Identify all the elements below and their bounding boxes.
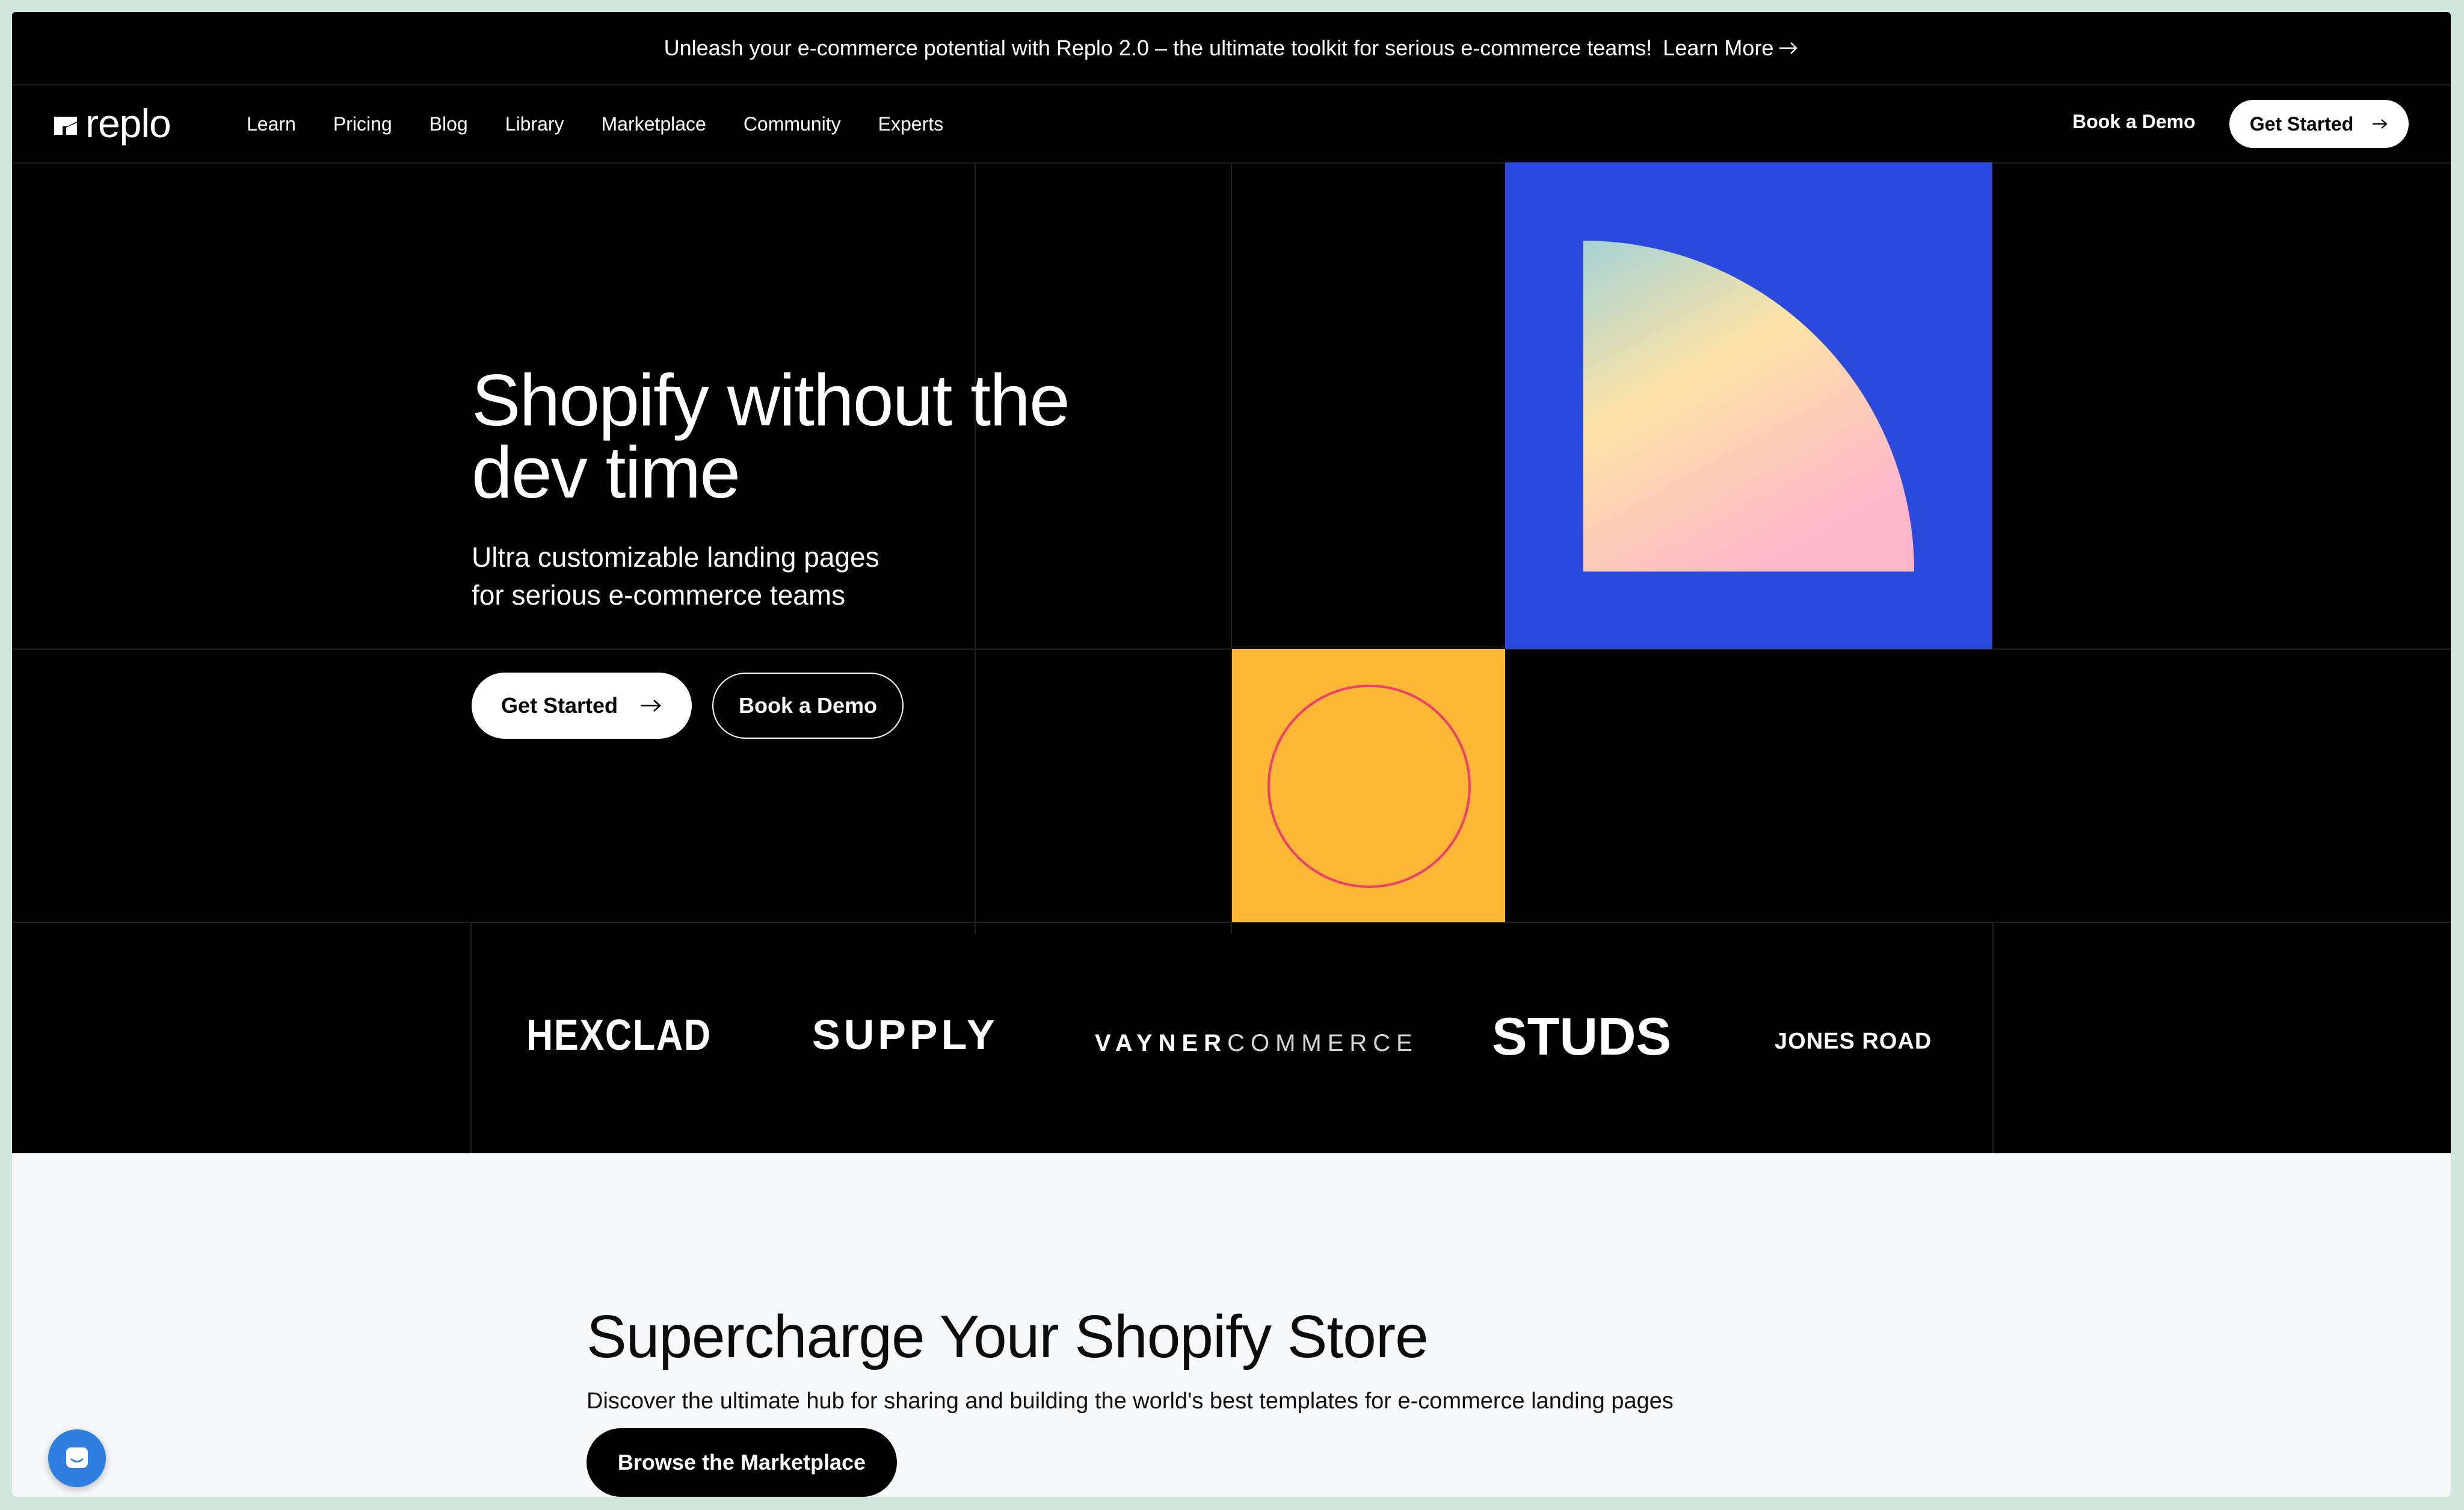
arrow-right-icon (2373, 119, 2388, 129)
grid-line (12, 649, 2451, 650)
browser-viewport: Unleash your e-commerce potential with R… (12, 12, 2451, 1497)
learn-more-link[interactable]: Learn More (1663, 35, 1799, 61)
yellow-graphic-tile (1232, 649, 1505, 922)
logo-vayner-bold: VAYNER (1095, 1030, 1228, 1056)
learn-more-label: Learn More (1663, 35, 1774, 60)
chat-widget-button[interactable] (48, 1429, 106, 1487)
brand-wordmark: replo (85, 101, 171, 146)
hero-subtitle-line: for serious e-commerce teams (472, 579, 846, 611)
grid-line (1992, 923, 1994, 1153)
grid-line (12, 922, 2451, 923)
nav-get-started-button[interactable]: Get Started (2229, 100, 2409, 148)
top-navigation: replo Learn Pricing Blog Library Marketp… (12, 85, 2451, 164)
circle-outline-graphic (1267, 685, 1471, 888)
hero-title: Shopify without the dev time (472, 359, 1070, 513)
logo-vaynercommerce: VAYNERCOMMERCE (1095, 1030, 1418, 1057)
replo-logo[interactable]: replo (54, 102, 171, 144)
nav-links: Learn Pricing Blog Library Marketplace C… (247, 85, 981, 162)
arrow-right-icon (641, 700, 661, 712)
announcement-text: Unleash your e-commerce potential with R… (664, 35, 1652, 60)
nav-item-blog[interactable]: Blog (430, 113, 468, 135)
announcement-bar: Unleash your e-commerce potential with R… (12, 12, 2451, 85)
grid-line (470, 923, 472, 1153)
hero-book-demo-button[interactable]: Book a Demo (712, 673, 904, 739)
hero-get-started-label: Get Started (500, 693, 618, 718)
logo-hexclad: HEXCLAD (526, 1011, 712, 1059)
logo-vayner-light: COMMERCE (1227, 1030, 1418, 1056)
logo-jones-road: JONES ROAD (1775, 1029, 1932, 1054)
browse-marketplace-label: Browse the Marketplace (617, 1450, 866, 1475)
chat-icon (66, 1447, 88, 1468)
nav-item-community[interactable]: Community (744, 113, 841, 135)
logo-supply: SUPPLY (812, 1011, 999, 1058)
arrow-right-icon (1779, 42, 1798, 54)
nav-book-demo-link[interactable]: Book a Demo (2072, 111, 2195, 133)
marketplace-description: Discover the ultimate hub for sharing an… (587, 1388, 1674, 1414)
quarter-circle-graphic (1583, 241, 1914, 572)
hero-get-started-button[interactable]: Get Started (472, 673, 692, 739)
nav-get-started-label: Get Started (2249, 112, 2354, 135)
nav-item-experts[interactable]: Experts (878, 113, 943, 135)
replo-mark-icon (54, 117, 77, 135)
blue-graphic-tile (1505, 162, 1992, 649)
hero-subtitle-line: Ultra customizable landing pages (472, 541, 879, 573)
hero-subtitle: Ultra customizable landing pages for ser… (472, 538, 1013, 614)
marketplace-title: Supercharge Your Shopify Store (587, 1303, 1429, 1370)
nav-item-library[interactable]: Library (505, 113, 564, 135)
browse-marketplace-button[interactable]: Browse the Marketplace (587, 1428, 897, 1497)
nav-item-learn[interactable]: Learn (247, 113, 296, 135)
logo-studs: STUDS (1492, 1006, 1672, 1066)
nav-item-marketplace[interactable]: Marketplace (602, 113, 706, 135)
hero-book-demo-label: Book a Demo (738, 693, 878, 718)
nav-item-pricing[interactable]: Pricing (333, 113, 392, 135)
